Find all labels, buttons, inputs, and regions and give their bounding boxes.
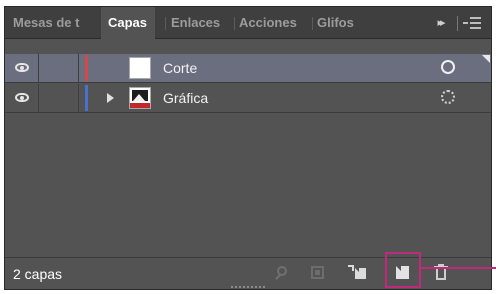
- eye-icon: [15, 93, 29, 102]
- new-sublayer-icon: [348, 265, 354, 271]
- target-circle-icon[interactable]: [441, 90, 455, 104]
- tab-layers[interactable]: Capas: [101, 7, 155, 40]
- layer-count: 2 capas: [13, 266, 63, 282]
- layer-thumbnail: [129, 87, 151, 109]
- locate-object-button[interactable]: [273, 263, 295, 283]
- lock-toggle[interactable]: [39, 54, 79, 82]
- layer-name[interactable]: Gráfica: [163, 90, 208, 106]
- tab-separator: [312, 17, 313, 30]
- callout-line: [421, 267, 496, 269]
- trash-icon: [436, 269, 446, 280]
- layer-color-swatch: [85, 55, 88, 81]
- tab-actions[interactable]: Acciones: [239, 7, 311, 39]
- layer-thumbnail: [129, 57, 151, 79]
- clipping-mask-icon: [311, 266, 324, 279]
- new-sublayer-button[interactable]: [347, 263, 369, 283]
- delete-button[interactable]: [431, 263, 453, 283]
- selection-corner-icon: [482, 55, 490, 63]
- toolbar-divider: [457, 16, 458, 31]
- visibility-toggle[interactable]: [5, 54, 39, 82]
- target-circle-icon[interactable]: [441, 60, 455, 74]
- visibility-toggle[interactable]: [5, 84, 39, 112]
- tab-separator: [234, 17, 235, 30]
- layer-row-grafica[interactable]: Gráfica: [5, 84, 491, 113]
- panel-menu-icon[interactable]: [463, 16, 483, 31]
- layers-panel: Mesas de t Capas Enlaces Acciones Glifos…: [4, 6, 492, 290]
- layer-row-corte[interactable]: Corte: [5, 54, 491, 83]
- panel-tab-bar: Mesas de t Capas Enlaces Acciones Glifos…: [5, 7, 491, 40]
- layer-name[interactable]: Corte: [163, 60, 197, 76]
- tab-glyphs[interactable]: Glifos: [317, 7, 363, 39]
- double-chevron-right-icon[interactable]: ▸▸: [429, 7, 451, 39]
- callout-highlight: [385, 252, 421, 288]
- eye-icon: [15, 63, 29, 72]
- tab-separator: [165, 17, 166, 30]
- expand-triangle-icon[interactable]: [107, 93, 114, 103]
- tab-links[interactable]: Enlaces: [171, 7, 233, 39]
- layer-color-swatch: [85, 85, 88, 111]
- clipping-mask-button[interactable]: [307, 263, 329, 283]
- tab-artboards[interactable]: Mesas de t: [13, 7, 99, 39]
- resize-grip[interactable]: [231, 286, 265, 288]
- lock-toggle[interactable]: [39, 84, 79, 112]
